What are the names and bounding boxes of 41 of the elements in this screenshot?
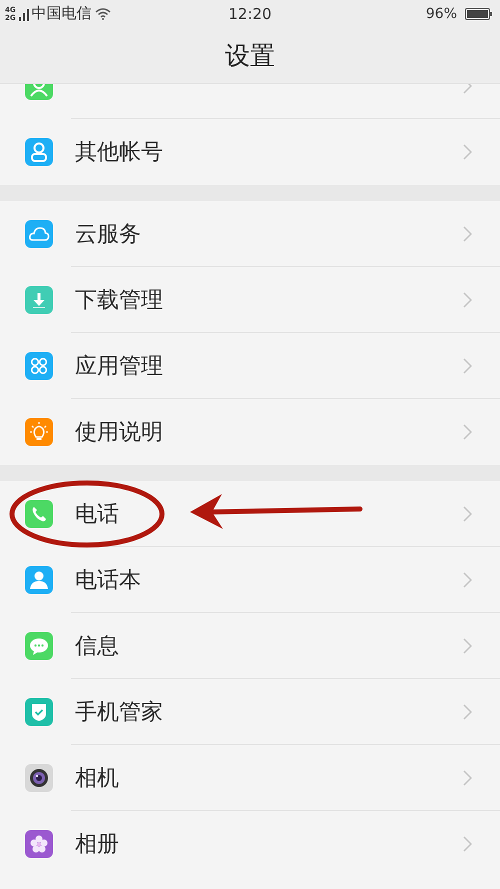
settings-item[interactable]: 其他帐号 [0, 119, 500, 185]
settings-item[interactable]: 下载管理 [0, 267, 500, 333]
chevron-icon [463, 506, 472, 522]
app-icon [25, 764, 53, 792]
signal-icon [18, 6, 29, 20]
app-icon [25, 418, 53, 446]
chevron-icon [463, 638, 472, 654]
page-title: 设置 [225, 40, 275, 72]
settings-item[interactable]: 信息 [0, 613, 500, 679]
battery-percent: 96% [426, 6, 457, 22]
chevron-icon [463, 292, 472, 308]
app-icon [25, 830, 53, 858]
wifi-icon [94, 7, 111, 20]
chevron-icon [463, 836, 472, 852]
carrier-name: 中国电信 [32, 4, 92, 23]
app-icon [25, 566, 53, 594]
chevron-icon [463, 83, 472, 94]
clock: 12:20 [228, 4, 272, 22]
settings-item[interactable]: 应用管理 [0, 333, 500, 399]
chevron-icon [463, 704, 472, 720]
settings-item[interactable]: 电话 [0, 481, 500, 547]
app-icon [25, 500, 53, 528]
settings-item[interactable]: 云服务 [0, 201, 500, 267]
settings-item[interactable]: 使用说明 [0, 399, 500, 465]
settings-item[interactable]: 相册 [0, 811, 500, 877]
chevron-icon [463, 424, 472, 440]
app-icon [25, 138, 53, 166]
app-icon [25, 632, 53, 660]
battery-icon [465, 8, 492, 20]
settings-item[interactable]: 相机 [0, 745, 500, 811]
chevron-icon [463, 144, 472, 160]
app-icon [25, 352, 53, 380]
chevron-icon [463, 226, 472, 242]
chevron-icon [463, 770, 472, 786]
chevron-icon [463, 572, 472, 588]
app-icon [25, 286, 53, 314]
settings-item[interactable]: 手机管家 [0, 679, 500, 745]
settings-item[interactable]: 电话本 [0, 547, 500, 613]
app-icon [25, 220, 53, 248]
app-icon [25, 698, 53, 726]
chevron-icon [463, 358, 472, 374]
